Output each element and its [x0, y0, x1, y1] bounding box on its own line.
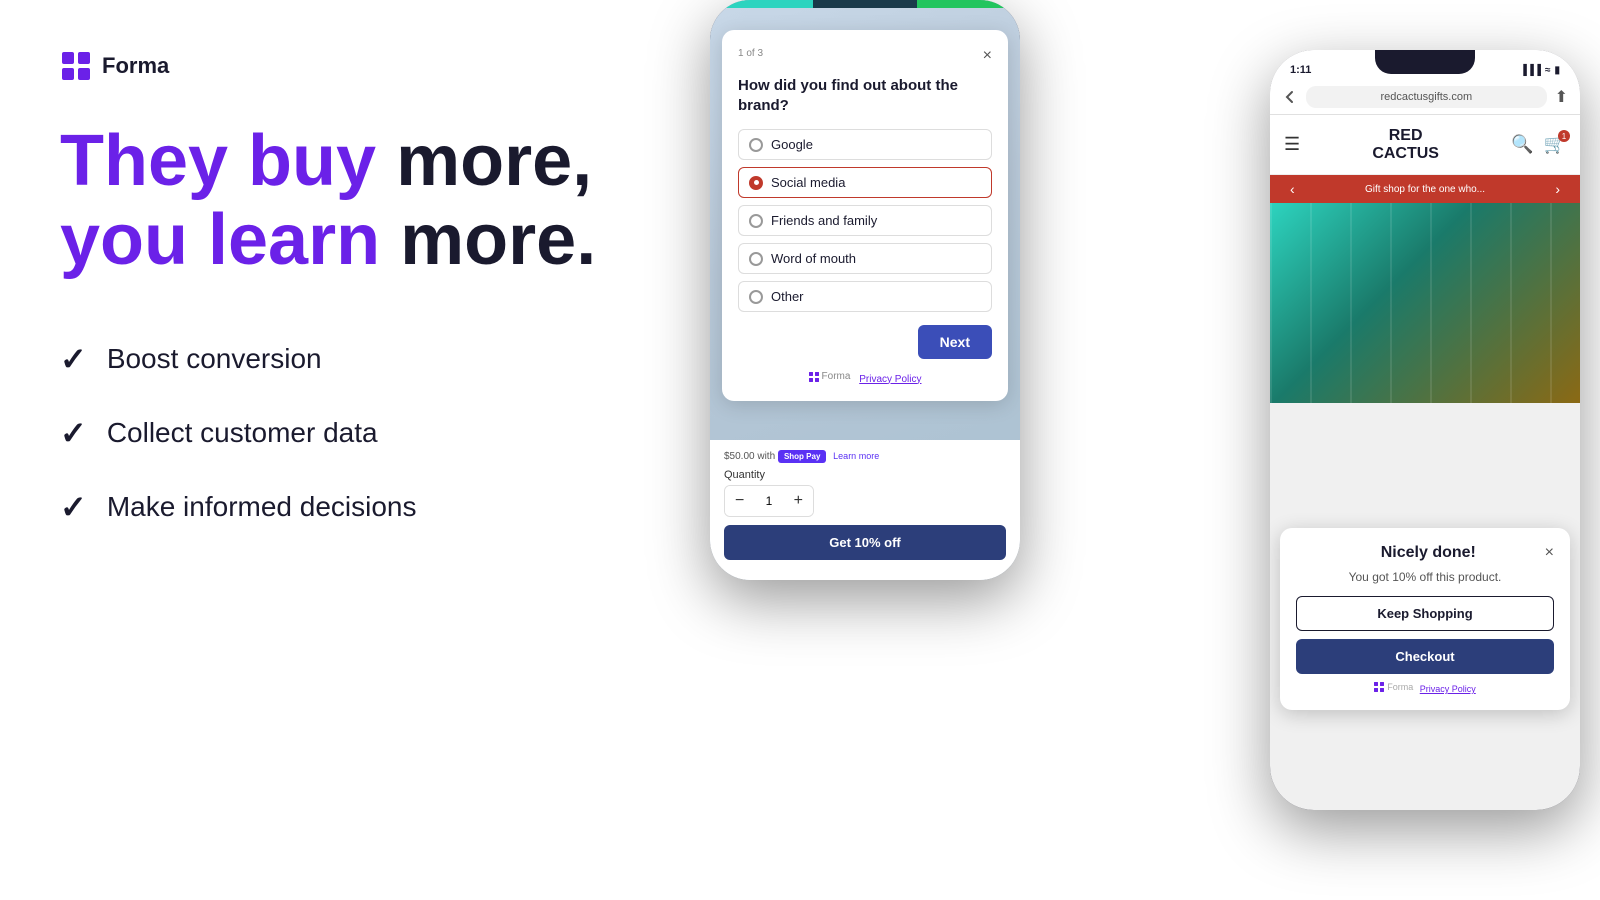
radio-friends-family: [749, 214, 763, 228]
headline-line1-dark: more,: [396, 121, 592, 201]
checkmark-icon-3: ✓: [60, 488, 87, 526]
option-friends-family-label: Friends and family: [771, 213, 877, 228]
step-indicator: 1 of 3: [738, 48, 763, 59]
footer-forma-icon: [809, 372, 819, 382]
survey-modal: 1 of 3 × How did you find out about the …: [722, 30, 1008, 401]
option-other[interactable]: Other: [738, 281, 992, 312]
cart-icon-wrap[interactable]: 🛒 1: [1544, 134, 1566, 155]
phone-survey: 1 of 3 × How did you find out about the …: [710, 0, 1020, 580]
store-image-pattern: [1270, 203, 1580, 403]
logo: Forma: [60, 50, 620, 82]
search-icon[interactable]: 🔍: [1511, 134, 1533, 155]
option-google-label: Google: [771, 137, 813, 152]
popup-footer: Forma Privacy Policy: [1296, 682, 1554, 694]
option-word-of-mouth[interactable]: Word of mouth: [738, 243, 992, 274]
promo-prev-icon[interactable]: ‹: [1290, 181, 1295, 197]
keep-shopping-button[interactable]: Keep Shopping: [1296, 596, 1554, 631]
promo-text: Gift shop for the one who...: [1365, 184, 1485, 195]
headline: They buy more, you learn more.: [60, 122, 620, 280]
footer-privacy[interactable]: Privacy Policy: [859, 374, 921, 385]
next-button[interactable]: Next: [918, 325, 992, 359]
shop-pay-badge: Shop Pay: [778, 450, 826, 463]
headline-line2-purple: you learn: [60, 200, 380, 280]
feature-item-2: ✓ Collect customer data: [60, 414, 620, 452]
survey-close-button[interactable]: ×: [983, 48, 992, 64]
logo-text: Forma: [102, 53, 169, 79]
quantity-value: 1: [754, 494, 783, 508]
shop-pay-text: $50.00 with Shop Pay Learn more: [724, 450, 1006, 463]
quantity-plus-button[interactable]: +: [784, 486, 813, 516]
popup-footer-forma: Forma: [1374, 682, 1413, 692]
store-header: ☰ RED CACTUS 🔍 🛒 1: [1270, 115, 1580, 175]
modal-header: 1 of 3 ×: [738, 48, 992, 64]
radio-social-media: [749, 176, 763, 190]
headline-line2-dark: more.: [400, 200, 596, 280]
bar-dark: [813, 0, 916, 8]
browser-bar: redcactusgifts.com ⬆: [1270, 80, 1580, 115]
forma-logo-icon: [60, 50, 92, 82]
shop-pay-learn-more[interactable]: Learn more: [833, 451, 879, 461]
headline-line1-purple: They buy: [60, 121, 376, 201]
phone-red-cactus: 1:11 ▐▐▐ ≈ ▮ redcactusgifts.com ⬆ ☰: [1270, 50, 1580, 810]
cart-badge: 1: [1558, 130, 1570, 142]
phone-top-bar: [710, 0, 1020, 8]
get-discount-button[interactable]: Get 10% off: [724, 525, 1006, 560]
popup-forma-icon: [1374, 682, 1384, 692]
checkmark-icon-1: ✓: [60, 340, 87, 378]
popup-close-button[interactable]: ×: [1545, 544, 1554, 562]
hamburger-icon[interactable]: ☰: [1284, 134, 1300, 155]
option-google[interactable]: Google: [738, 129, 992, 160]
store-image-area: [1270, 203, 1580, 403]
store-name: RED CACTUS: [1372, 127, 1439, 162]
modal-footer: Forma Privacy Policy: [738, 359, 992, 385]
feature-text-3: Make informed decisions: [107, 491, 417, 523]
quantity-control: − 1 +: [724, 485, 814, 517]
signal-icon: ▐▐▐: [1520, 65, 1541, 76]
feature-item-3: ✓ Make informed decisions: [60, 488, 620, 526]
radio-word-of-mouth: [749, 252, 763, 266]
success-popup: Nicely done! × You got 10% off this prod…: [1280, 528, 1570, 710]
store-icons: 🔍 🛒 1: [1511, 134, 1566, 155]
popup-privacy-link[interactable]: Privacy Policy: [1420, 684, 1476, 694]
bar-green: [917, 0, 1020, 8]
right-panel: 1 of 3 × How did you find out about the …: [680, 0, 1600, 900]
option-word-of-mouth-label: Word of mouth: [771, 251, 856, 266]
checkmark-icon-2: ✓: [60, 414, 87, 452]
radio-google: [749, 138, 763, 152]
back-icon[interactable]: [1282, 89, 1298, 105]
left-panel: Forma They buy more, you learn more. ✓ B…: [0, 0, 680, 900]
quantity-minus-button[interactable]: −: [725, 486, 754, 516]
checkout-button[interactable]: Checkout: [1296, 639, 1554, 674]
survey-question: How did you find out about the brand?: [738, 76, 992, 115]
phone-bottom-content: $50.00 with Shop Pay Learn more Quantity…: [710, 440, 1020, 580]
phone-notch: [1375, 50, 1475, 74]
features-list: ✓ Boost conversion ✓ Collect customer da…: [60, 340, 620, 526]
quantity-label: Quantity: [724, 469, 1006, 481]
status-time: 1:11: [1290, 64, 1311, 76]
option-friends-family[interactable]: Friends and family: [738, 205, 992, 236]
option-social-media-label: Social media: [771, 175, 845, 190]
popup-title: Nicely done!: [1312, 544, 1545, 562]
bar-teal: [710, 0, 813, 8]
popup-header: Nicely done! ×: [1296, 544, 1554, 562]
battery-icon: ▮: [1554, 65, 1560, 76]
promo-next-icon[interactable]: ›: [1555, 181, 1560, 197]
footer-forma: Forma: [809, 371, 851, 382]
popup-description: You got 10% off this product.: [1296, 570, 1554, 584]
radio-other: [749, 290, 763, 304]
promo-banner: ‹ Gift shop for the one who... ›: [1270, 175, 1580, 203]
option-other-label: Other: [771, 289, 804, 304]
share-icon[interactable]: ⬆: [1555, 87, 1568, 107]
feature-text-1: Boost conversion: [107, 343, 322, 375]
browser-url[interactable]: redcactusgifts.com: [1306, 86, 1547, 108]
feature-item-1: ✓ Boost conversion: [60, 340, 620, 378]
option-social-media[interactable]: Social media: [738, 167, 992, 198]
wifi-icon: ≈: [1545, 65, 1551, 76]
feature-text-2: Collect customer data: [107, 417, 378, 449]
status-icons: ▐▐▐ ≈ ▮: [1520, 65, 1560, 76]
